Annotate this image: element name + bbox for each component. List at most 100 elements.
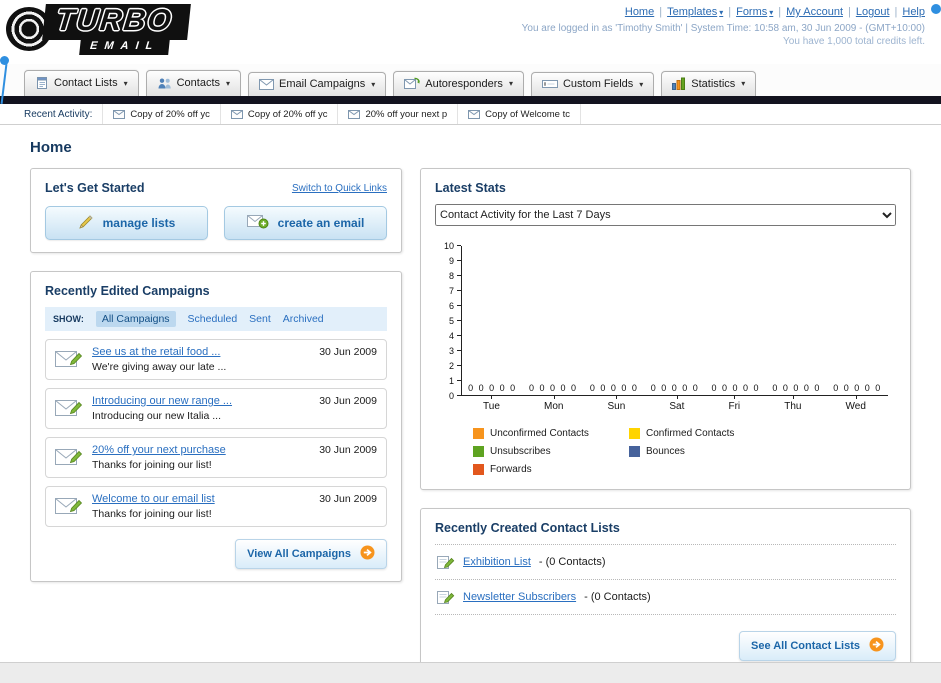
login-info: You are logged in as 'Timothy Smith' | S…	[521, 23, 925, 34]
y-axis-label: 7	[448, 286, 454, 296]
top-nav-help[interactable]: Help	[902, 6, 925, 18]
contact-list-link[interactable]: Exhibition List	[463, 556, 531, 568]
y-axis-label: 10	[443, 241, 454, 251]
stats-period-select[interactable]: Contact Activity for the Last 7 Days	[435, 204, 896, 226]
top-nav-logout[interactable]: Logout	[856, 6, 890, 18]
recent-activity-item[interactable]: 20% off your next p	[337, 104, 457, 124]
nav-divider-bar	[0, 96, 941, 104]
filter-archived[interactable]: Archived	[283, 313, 324, 325]
campaign-edit-icon	[55, 446, 83, 471]
header: TURBO EMAIL Home | Templates ▾ | Forms ▾ | My Ac…	[0, 0, 941, 64]
legend-item: Bounces	[629, 446, 785, 457]
campaign-subtitle: We're giving away our late ...	[92, 361, 227, 373]
filter-scheduled[interactable]: Scheduled	[188, 313, 238, 325]
recent-activity-label: Recent Activity:	[24, 108, 93, 120]
logo-title: TURBO	[42, 4, 191, 40]
recent-activity-item[interactable]: Copy of Welcome tc	[457, 104, 581, 124]
bar-value-group: 0 0 0 0 0	[711, 383, 761, 393]
y-axis-label: 2	[448, 361, 454, 371]
bar-value-group: 0 0 0 0 0	[650, 383, 700, 393]
y-axis-label: 0	[448, 391, 454, 401]
people-icon	[157, 76, 172, 90]
legend-label: Unconfirmed Contacts	[490, 428, 589, 439]
top-nav-templates[interactable]: Templates ▾	[667, 6, 723, 18]
campaign-edit-icon	[55, 348, 83, 373]
chevron-down-icon: ▾	[508, 79, 513, 88]
tab-contact-lists[interactable]: Contact Lists ▾	[24, 70, 139, 96]
arrow-circle-icon	[869, 637, 884, 655]
zero-value-labels: 0 0 0 0 0 0 0 0 0 0 0 0 0 0 0 0 0 0 0 0 0 0 …	[462, 383, 888, 393]
chevron-down-icon: ▾	[371, 79, 376, 89]
page-title: Home	[30, 139, 72, 156]
filter-all-campaigns[interactable]: All Campaigns	[95, 311, 176, 327]
see-all-contact-lists-button[interactable]: See All Contact Lists	[738, 631, 896, 661]
legend-swatch	[473, 464, 484, 475]
view-all-campaigns-label: View All Campaigns	[247, 548, 351, 560]
legend-item: Unsubscribes	[473, 446, 629, 457]
recent-activity-item[interactable]: Copy of 20% off yc	[102, 104, 220, 124]
see-all-contact-lists-label: See All Contact Lists	[750, 640, 860, 652]
y-axis-label: 6	[448, 301, 454, 311]
bar-value-group: 0 0 0 0 0	[589, 383, 639, 393]
nav-separator: |	[728, 6, 732, 18]
campaign-title-link[interactable]: Welcome to our email list	[92, 493, 215, 505]
main-content: Home Let's Get Started Switch to Quick L…	[0, 125, 941, 674]
recent-activity-item-label: Copy of 20% off yc	[130, 108, 210, 120]
filter-sent[interactable]: Sent	[249, 313, 271, 325]
tab-contacts[interactable]: Contacts ▾	[145, 70, 242, 96]
legend-item: Confirmed Contacts	[629, 428, 785, 439]
recent-activity-item-label: Copy of 20% off yc	[247, 108, 328, 120]
campaign-title-link[interactable]: Introducing our new range ...	[92, 395, 232, 407]
campaign-title-link[interactable]: See us at the retail food ...	[92, 346, 226, 358]
campaign-subtitle: Introducing our new Italia ...	[92, 410, 221, 422]
x-axis-label: Thu	[784, 396, 802, 412]
view-all-campaigns-button[interactable]: View All Campaigns	[235, 539, 387, 569]
chevron-down-icon: ▾	[719, 8, 724, 17]
campaign-date: 30 Jun 2009	[319, 493, 377, 505]
legend-swatch	[629, 446, 640, 457]
mail-icon	[259, 78, 275, 90]
email-plus-icon	[246, 214, 269, 232]
x-axis-label: Tue	[483, 396, 500, 412]
mail-small-icon	[230, 109, 243, 119]
tab-autoresponders[interactable]: Autoresponders ▾	[393, 71, 524, 96]
top-nav-my-account[interactable]: My Account	[786, 6, 843, 18]
tab-label: Custom Fields	[562, 78, 634, 90]
edit-pencil-icon	[437, 554, 455, 570]
top-nav-home[interactable]: Home	[625, 6, 654, 18]
nav-separator: |	[659, 6, 663, 18]
latest-stats-panel: Latest Stats Contact Activity for the La…	[420, 168, 911, 490]
bar-value-group: 0 0 0 0 0	[529, 383, 578, 393]
top-nav-forms[interactable]: Forms ▾	[736, 6, 773, 18]
tab-statistics[interactable]: Statistics ▾	[661, 71, 757, 96]
app-logo[interactable]: TURBO EMAIL	[6, 4, 191, 55]
recent-activity-bar: Recent Activity: Copy of 20% off yc Copy …	[0, 104, 941, 125]
recent-activity-item[interactable]: Copy of 20% off yc	[219, 104, 338, 124]
x-axis-label: Sun	[607, 396, 626, 412]
chevron-down-icon: ▾	[741, 79, 746, 88]
decoration-dot-right	[931, 4, 941, 14]
create-email-label: create an email	[277, 216, 365, 230]
y-axis-label: 3	[448, 346, 454, 356]
chevron-down-icon: ▾	[639, 79, 644, 89]
credits-info: You have 1,000 total credits left.	[783, 36, 925, 47]
tab-label: Contact Lists	[54, 77, 118, 89]
y-axis-label: 9	[448, 256, 454, 266]
contact-list-items: Exhibition List - (0 Contacts) Newsletter …	[435, 544, 896, 615]
manage-lists-button[interactable]: manage lists	[45, 206, 208, 240]
campaign-row: 20% off your next purchase Thanks for joi…	[45, 437, 387, 478]
y-axis-label: 1	[448, 376, 454, 386]
chart-y-axis: 0 1 2 3 4 5 6 7 8 9 10	[435, 241, 461, 401]
tab-custom-fields[interactable]: Custom Fields ▾	[530, 72, 655, 96]
contact-list-link[interactable]: Newsletter Subscribers	[463, 591, 576, 603]
autoresponder-icon	[404, 77, 420, 90]
switch-quick-links-link[interactable]: Switch to Quick Links	[292, 183, 387, 194]
campaign-title-link[interactable]: 20% off your next purchase	[92, 444, 226, 456]
legend-item: Forwards	[473, 464, 629, 475]
nav-tabs: Contact Lists ▾ Contacts ▾ Email Campaigns ▾ A…	[0, 64, 941, 96]
create-email-button[interactable]: create an email	[224, 206, 387, 240]
tab-email-campaigns[interactable]: Email Campaigns ▾	[248, 72, 387, 96]
tab-label: Contacts	[176, 77, 221, 89]
legend-swatch	[629, 428, 640, 439]
nav-separator: |	[778, 6, 782, 18]
